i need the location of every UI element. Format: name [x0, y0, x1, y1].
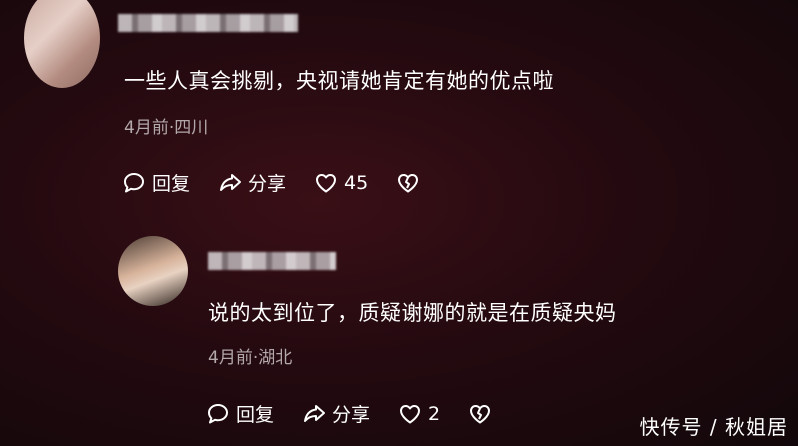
broken-heart-icon: [470, 404, 491, 423]
comment-actions: 回复 分享 45: [122, 169, 420, 196]
dislike-button[interactable]: [396, 171, 420, 195]
like-button[interactable]: 45: [314, 171, 368, 195]
username-blurred[interactable]: [118, 14, 298, 32]
share-arrow-icon: [304, 404, 326, 422]
watermark: 快传号 / 秋姐居: [639, 415, 788, 439]
reply-label: 回复: [152, 173, 191, 195]
like-button[interactable]: 2: [398, 402, 440, 426]
comment-bubble-icon: [124, 172, 144, 192]
share-label: 分享: [332, 404, 371, 426]
share-button[interactable]: 分享: [218, 169, 286, 196]
comment-bubble-icon: [208, 403, 228, 423]
like-count: 2: [428, 402, 441, 425]
username-blurred[interactable]: [208, 252, 336, 270]
comment-text: 一些人真会挑剔，央视请她肯定有她的优点啦: [124, 69, 554, 93]
broken-heart-icon: [398, 173, 419, 192]
dislike-button[interactable]: [468, 402, 492, 426]
comment-actions: 回复 分享 2: [206, 400, 492, 427]
comment-meta: 4月前·四川: [124, 118, 209, 138]
reply-label: 回复: [236, 404, 275, 426]
share-arrow-icon: [220, 173, 242, 191]
comment-text: 说的太到位了，质疑谢娜的就是在质疑央妈: [208, 301, 617, 325]
share-label: 分享: [248, 173, 287, 195]
reply-button[interactable]: 回复: [122, 169, 190, 196]
heart-icon: [316, 173, 337, 192]
share-button[interactable]: 分享: [302, 400, 370, 427]
avatar[interactable]: [118, 236, 188, 306]
like-count: 45: [344, 171, 369, 194]
avatar[interactable]: [24, 0, 100, 88]
reply-button[interactable]: 回复: [206, 400, 274, 427]
heart-icon: [400, 404, 421, 423]
comment-meta: 4月前·湖北: [208, 348, 293, 368]
